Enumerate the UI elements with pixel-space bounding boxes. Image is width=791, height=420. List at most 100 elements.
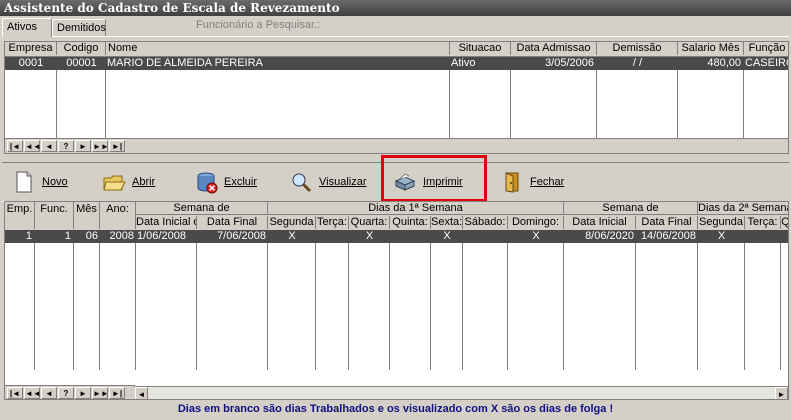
- employees-navigator: |◄ ◄◄ ◄ ? ► ►► ►|: [5, 138, 788, 153]
- grid-line: [267, 230, 268, 370]
- cell-terca-2: [745, 230, 781, 243]
- cell-sabado-1: [463, 230, 508, 243]
- cell-func: 1: [64, 230, 71, 242]
- grid-line: [462, 230, 463, 370]
- scroll-track[interactable]: [149, 387, 773, 399]
- cell-empresa: 0001: [18, 57, 44, 69]
- nav-next-page-button[interactable]: ►►: [92, 387, 109, 399]
- cell-data-final-1: 7/06/2008: [217, 230, 266, 242]
- cell-segunda-1: X: [288, 230, 296, 242]
- nav-last-button[interactable]: ►|: [109, 140, 125, 152]
- footer-note: Dias em branco são dias Trabalhados e os…: [177, 403, 614, 415]
- group-semana-1: Semana de: [136, 202, 268, 215]
- nav-next-page-button[interactable]: ►►: [92, 140, 109, 152]
- fechar-label: Fechar: [530, 176, 565, 188]
- col-quarta-1[interactable]: Quarta:: [349, 216, 390, 229]
- cell-segunda-2: X: [717, 230, 726, 242]
- grid-line: [315, 230, 316, 370]
- col-terca-2[interactable]: Terça:: [745, 216, 781, 229]
- col-data-final-1[interactable]: Data Final: [197, 216, 268, 229]
- nav-first-button[interactable]: |◄: [7, 387, 23, 399]
- schedule-navigator: |◄ ◄◄ ◄ ? ► ►► ►|: [5, 385, 135, 399]
- grid-line: [563, 230, 564, 370]
- cell-emp: 1: [25, 230, 32, 242]
- nav-last-button[interactable]: ►|: [109, 387, 125, 399]
- schedule-grid[interactable]: Semana de Dias da 1ª Semana Semana de Di…: [4, 201, 789, 400]
- schedule-header: Semana de Dias da 1ª Semana Semana de Di…: [5, 202, 788, 231]
- col-emp[interactable]: Emp.: [5, 202, 35, 229]
- cell-situacao: Ativo: [451, 57, 476, 69]
- cell-quarta-2: [781, 230, 788, 243]
- nav-next-button[interactable]: ►: [75, 387, 91, 399]
- nav-prior-button[interactable]: ◄: [41, 387, 57, 399]
- col-situacao[interactable]: Situacao: [450, 42, 511, 55]
- col-sexta-1[interactable]: Sexta:: [431, 216, 463, 229]
- col-salario-mes[interactable]: Salario Mês: [678, 42, 744, 55]
- group-dias-1: Dias da 1ª Semana: [268, 202, 564, 215]
- nav-search-button[interactable]: ?: [58, 387, 74, 399]
- cell-codigo: 00001: [66, 57, 97, 69]
- col-segunda-1[interactable]: Segunda: [268, 216, 316, 229]
- novo-button[interactable]: Novo: [12, 169, 68, 195]
- grid-line: [389, 230, 390, 370]
- excluir-label: Excluir: [224, 176, 258, 188]
- col-data-admissao[interactable]: Data Admissao: [511, 42, 597, 55]
- cell-quinta-1: [390, 230, 431, 243]
- tab-demitidos[interactable]: Demitidos: [52, 19, 106, 36]
- col-nome[interactable]: Nome: [106, 42, 450, 55]
- abrir-button[interactable]: Abrir: [102, 169, 155, 195]
- visualizar-button[interactable]: Visualizar: [289, 169, 367, 195]
- search-label: Funcionário a Pesquisar.:: [196, 19, 321, 31]
- scroll-right-button[interactable]: ►: [775, 387, 788, 399]
- nav-prior-page-button[interactable]: ◄◄: [24, 140, 41, 152]
- nav-search-button[interactable]: ?: [58, 140, 74, 152]
- imprimir-highlight: [381, 155, 487, 202]
- col-funcao[interactable]: Função: [744, 42, 788, 55]
- open-folder-icon: [102, 170, 126, 194]
- scroll-left-button[interactable]: ◄: [135, 387, 148, 399]
- cell-funcao: CASEIRO: [745, 57, 788, 69]
- col-mes[interactable]: Mês: [74, 202, 100, 229]
- tab-ativos[interactable]: Ativos: [2, 18, 52, 37]
- grid-line: [780, 230, 781, 370]
- excluir-button[interactable]: Excluir: [194, 169, 257, 195]
- col-data-inicial-2[interactable]: Data Inicial: [564, 216, 636, 229]
- nav-next-button[interactable]: ►: [75, 140, 91, 152]
- fechar-button[interactable]: Fechar: [500, 169, 564, 195]
- col-domingo-1[interactable]: Domingo:: [508, 216, 564, 229]
- exit-door-icon: [500, 170, 524, 194]
- col-quinta-1[interactable]: Quinta:: [390, 216, 431, 229]
- cell-data-final-2: 14/06/2008: [640, 230, 696, 242]
- col-func[interactable]: Func.: [35, 202, 74, 229]
- col-quarta-2[interactable]: Q: [781, 216, 788, 229]
- grid-line: [507, 230, 508, 370]
- col-ano[interactable]: Ano:: [100, 202, 136, 229]
- cell-mes: 06: [85, 230, 98, 242]
- col-segunda-2[interactable]: Segunda: [698, 216, 745, 229]
- grid-line: [348, 230, 349, 370]
- grid-line: [34, 230, 35, 370]
- col-data-final-2[interactable]: Data Final: [636, 216, 698, 229]
- cell-nome: MARIO DE ALMEIDA PEREIRA: [107, 57, 263, 69]
- table-row[interactable]: 0001 00001 MARIO DE ALMEIDA PEREIRA Ativ…: [5, 57, 788, 70]
- horizontal-scrollbar[interactable]: ◄ ►: [135, 386, 788, 399]
- window-title: Assistente do Cadastro de Escala de Reve…: [0, 0, 791, 16]
- employees-grid[interactable]: Empresa Codigo Nome Situacao Data Admiss…: [4, 41, 789, 154]
- col-codigo[interactable]: Codigo: [57, 42, 106, 55]
- col-data-inicial-1[interactable]: Data Inicial d: [136, 216, 197, 229]
- col-terca-1[interactable]: Terça:: [316, 216, 349, 229]
- tab-panel-border: [2, 36, 789, 37]
- nav-prior-page-button[interactable]: ◄◄: [24, 387, 41, 399]
- grid-line: [430, 230, 431, 370]
- nav-first-button[interactable]: |◄: [7, 140, 23, 152]
- table-row[interactable]: 1 1 06 2008 1/06/2008 7/06/2008 X X X X …: [5, 230, 788, 243]
- col-demissao[interactable]: Demissão: [597, 42, 678, 55]
- nav-prior-button[interactable]: ◄: [41, 140, 57, 152]
- grid-line: [635, 230, 636, 370]
- grid-line: [99, 230, 100, 370]
- cell-terca-1: [316, 230, 349, 243]
- col-empresa[interactable]: Empresa: [5, 42, 57, 55]
- new-document-icon: [12, 170, 36, 194]
- group-semana-2: Semana de: [564, 202, 698, 215]
- col-sabado-1[interactable]: Sábado:: [463, 216, 508, 229]
